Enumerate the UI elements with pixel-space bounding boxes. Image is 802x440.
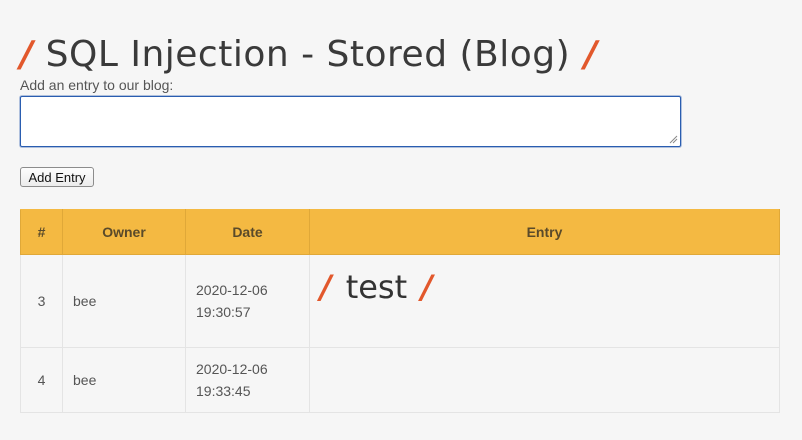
table-row: 3 bee 2020-12-06 19:30:57 / test / [20,254,780,348]
row-date-time: 19:33:45 [196,383,251,399]
row-num: 4 [20,347,63,413]
table-row: 4 bee 2020-12-06 19:33:45 [20,347,780,413]
row-date: 2020-12-06 19:33:45 [185,347,310,413]
row-entry: / test / [309,254,780,348]
page-title-text: SQL Injection - Stored (Blog) [45,33,571,75]
row-entry [309,347,780,413]
table-header-row: # Owner Date Entry [20,209,780,255]
blog-table: # Owner Date Entry 3 bee 2020-12-06 19:3… [20,209,780,413]
row-owner: bee [62,254,186,348]
title-slash-left: / [20,33,34,75]
header-entry: Entry [309,209,780,255]
entry-text: test [345,268,408,306]
entry-label: Add an entry to our blog: [20,77,174,93]
row-date-time: 19:30:57 [196,304,251,320]
page-title: / SQL Injection - Stored (Blog) / [20,26,598,82]
row-date: 2020-12-06 19:30:57 [185,254,310,348]
entry-slash-left: / [320,268,332,306]
row-num: 3 [20,254,63,348]
blog-entry-textarea[interactable] [20,96,681,147]
row-date-day: 2020-12-06 [196,282,268,298]
row-owner: bee [62,347,186,413]
header-num: # [20,209,63,255]
header-date: Date [185,209,310,255]
entry-heading: / test / [320,268,433,306]
title-slash-right: / [584,33,598,75]
entry-slash-right: / [421,268,433,306]
header-owner: Owner [62,209,186,255]
row-date-day: 2020-12-06 [196,361,268,377]
add-entry-button[interactable]: Add Entry [20,167,94,187]
page: / SQL Injection - Stored (Blog) / Add an… [0,0,802,440]
